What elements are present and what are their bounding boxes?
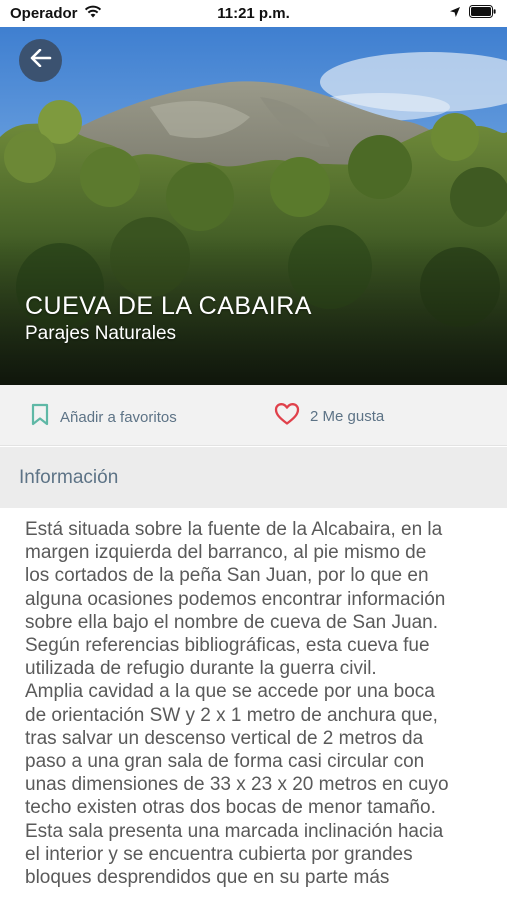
like-button[interactable]: 2 Me gusta: [274, 402, 384, 430]
location-arrow-icon: [449, 5, 461, 22]
back-button[interactable]: [19, 39, 62, 82]
add-favorite-button[interactable]: Añadir a favoritos: [30, 403, 177, 431]
section-title: Información: [19, 466, 119, 488]
place-title: CUEVA DE LA CABAIRA: [25, 292, 312, 320]
actions-bar: Añadir a favoritos 2 Me gusta: [0, 385, 507, 446]
wifi-icon: [84, 5, 102, 22]
hero-image: CUEVA DE LA CABAIRA Parajes Naturales: [0, 27, 507, 385]
section-header-informacion: Información: [0, 447, 507, 508]
status-bar: Operador 11:21 p.m.: [0, 0, 507, 27]
battery-icon: [469, 5, 497, 22]
arrow-left-icon: [30, 48, 52, 72]
description-text: Está situada sobre la fuente de la Alcab…: [25, 519, 449, 889]
bookmark-icon: [30, 403, 50, 431]
like-count-label: 2 Me gusta: [310, 407, 385, 425]
carrier-label: Operador: [10, 5, 78, 22]
status-right: [449, 5, 497, 22]
heart-icon: [274, 402, 300, 430]
add-favorite-label: Añadir a favoritos: [60, 408, 177, 426]
status-left: Operador: [10, 5, 102, 22]
place-category: Parajes Naturales: [25, 323, 177, 344]
